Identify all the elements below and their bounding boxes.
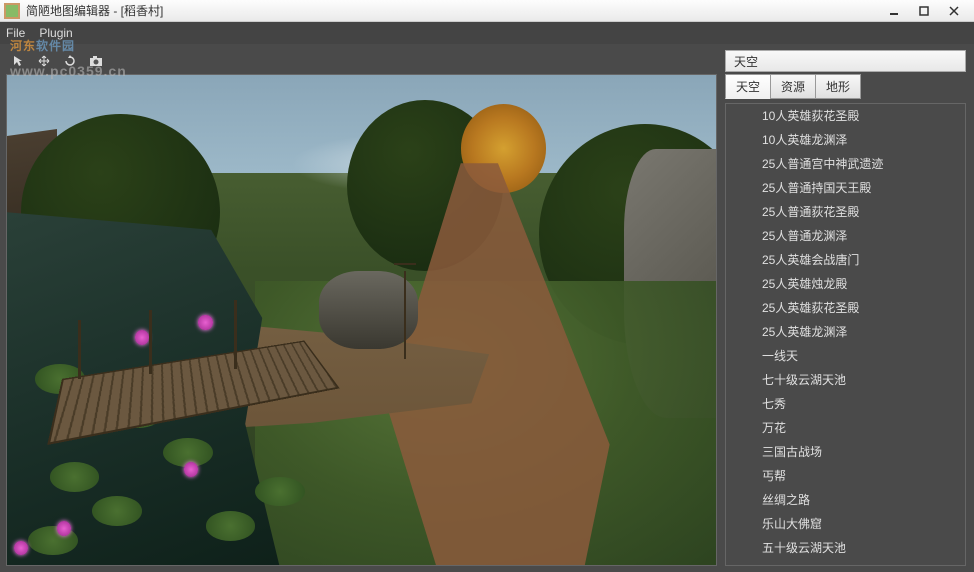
- app-icon: [4, 3, 20, 19]
- panel-tabs: 天空 资源 地形: [725, 74, 966, 99]
- move-icon[interactable]: [36, 53, 52, 69]
- maximize-button[interactable]: [918, 5, 930, 17]
- list-item[interactable]: 乐山大佛窟: [726, 512, 965, 536]
- tab-resource[interactable]: 资源: [770, 74, 816, 99]
- side-panel: 天空 天空 资源 地形 10人英雄荻花圣殿10人英雄龙渊泽25人普通宫中神武遗迹…: [721, 44, 974, 572]
- list-item[interactable]: 五毒: [726, 560, 965, 566]
- list-item[interactable]: 一线天: [726, 344, 965, 368]
- window-title: 简陋地图编辑器 - [稻香村]: [26, 2, 888, 19]
- viewport-toolbar: [6, 50, 717, 72]
- window-controls: [888, 5, 960, 17]
- list-item[interactable]: 三国古战场: [726, 440, 965, 464]
- list-item[interactable]: 25人英雄荻花圣殿: [726, 296, 965, 320]
- list-item[interactable]: 五十级云湖天池: [726, 536, 965, 560]
- menubar: File Plugin: [0, 22, 974, 44]
- list-item[interactable]: 25人英雄会战唐门: [726, 248, 965, 272]
- viewport-3d[interactable]: [6, 74, 717, 566]
- pointer-icon[interactable]: [10, 53, 26, 69]
- sky-list[interactable]: 10人英雄荻花圣殿10人英雄龙渊泽25人普通宫中神武遗迹25人普通持国天王殿25…: [725, 103, 966, 566]
- menu-file[interactable]: File: [6, 26, 25, 40]
- list-item[interactable]: 25人普通荻花圣殿: [726, 200, 965, 224]
- menu-plugin[interactable]: Plugin: [39, 26, 72, 40]
- list-item[interactable]: 丝绸之路: [726, 488, 965, 512]
- list-item[interactable]: 丐帮: [726, 464, 965, 488]
- list-item[interactable]: 25人普通龙渊泽: [726, 224, 965, 248]
- rotate-icon[interactable]: [62, 53, 78, 69]
- list-item[interactable]: 25人英雄龙渊泽: [726, 320, 965, 344]
- list-item[interactable]: 25人普通持国天王殿: [726, 176, 965, 200]
- list-item[interactable]: 10人英雄荻花圣殿: [726, 104, 965, 128]
- list-item[interactable]: 25人英雄烛龙殿: [726, 272, 965, 296]
- camera-icon[interactable]: [88, 53, 104, 69]
- list-item[interactable]: 七秀: [726, 392, 965, 416]
- titlebar: 简陋地图编辑器 - [稻香村]: [0, 0, 974, 22]
- list-item[interactable]: 25人普通宫中神武遗迹: [726, 152, 965, 176]
- close-button[interactable]: [948, 5, 960, 17]
- panel-header: 天空: [725, 50, 966, 72]
- list-item[interactable]: 万花: [726, 416, 965, 440]
- minimize-button[interactable]: [888, 5, 900, 17]
- list-item[interactable]: 10人英雄龙渊泽: [726, 128, 965, 152]
- list-item[interactable]: 七十级云湖天池: [726, 368, 965, 392]
- tab-terrain[interactable]: 地形: [815, 74, 861, 99]
- tab-sky[interactable]: 天空: [725, 74, 771, 99]
